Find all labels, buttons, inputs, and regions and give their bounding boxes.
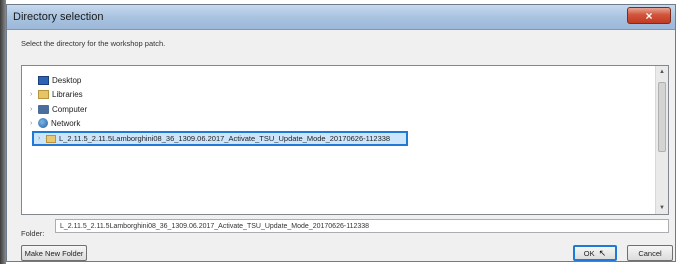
scroll-down-icon[interactable]: ▼: [656, 202, 668, 214]
ok-label: OK: [583, 248, 595, 258]
close-button[interactable]: ×: [627, 7, 671, 24]
computer-icon: [38, 104, 49, 114]
scroll-thumb[interactable]: [658, 82, 666, 152]
tree-item-label: Network: [51, 118, 81, 128]
expand-arrow-icon[interactable]: ›: [30, 120, 38, 127]
selected-folder-label: L_2.11.5_2.11.5Lamborghini08_36_1309.06.…: [59, 134, 391, 143]
tree-item-label: Computer: [52, 104, 88, 114]
expand-arrow-icon[interactable]: ›: [38, 135, 46, 142]
scroll-up-icon[interactable]: ▲: [656, 66, 668, 78]
tree-item-selected-folder[interactable]: › L_2.11.5_2.11.5Lamborghini08_36_1309.0…: [32, 131, 408, 146]
folder-label: Folder:: [21, 229, 45, 238]
expand-arrow-icon[interactable]: ›: [30, 91, 38, 98]
make-new-folder-button[interactable]: Make New Folder: [21, 245, 87, 261]
folder-tree[interactable]: Desktop › Libraries › Computer › Network…: [21, 65, 669, 215]
expand-arrow-icon[interactable]: ›: [30, 106, 38, 113]
cancel-button[interactable]: Cancel: [627, 245, 673, 261]
ok-button[interactable]: OK ↖: [573, 245, 617, 261]
tree-item-label: Libraries: [52, 89, 83, 99]
mouse-cursor-icon: ↖: [598, 247, 607, 258]
instruction-text: Select the directory for the workshop pa…: [21, 39, 166, 48]
dialog-title: Directory selection: [13, 11, 104, 23]
libraries-icon: [38, 89, 49, 99]
title-bar[interactable]: Directory selection ×: [7, 5, 675, 30]
desktop-icon: [38, 75, 49, 85]
folder-icon: [46, 134, 56, 143]
tree-item-network[interactable]: › Network: [30, 117, 80, 129]
tree-item-computer[interactable]: › Computer: [30, 103, 87, 115]
directory-selection-dialog: Directory selection × Select the directo…: [6, 4, 676, 262]
tree-item-desktop[interactable]: Desktop: [30, 74, 81, 86]
tree-item-label: Desktop: [52, 75, 82, 85]
vertical-scrollbar[interactable]: ▲ ▼: [655, 66, 668, 214]
folder-path-field[interactable]: L_2.11.5_2.11.5Lamborghini08_36_1309.06.…: [55, 219, 669, 233]
close-icon: ×: [645, 8, 653, 23]
network-icon: [38, 118, 48, 128]
tree-item-libraries[interactable]: › Libraries: [30, 88, 83, 100]
